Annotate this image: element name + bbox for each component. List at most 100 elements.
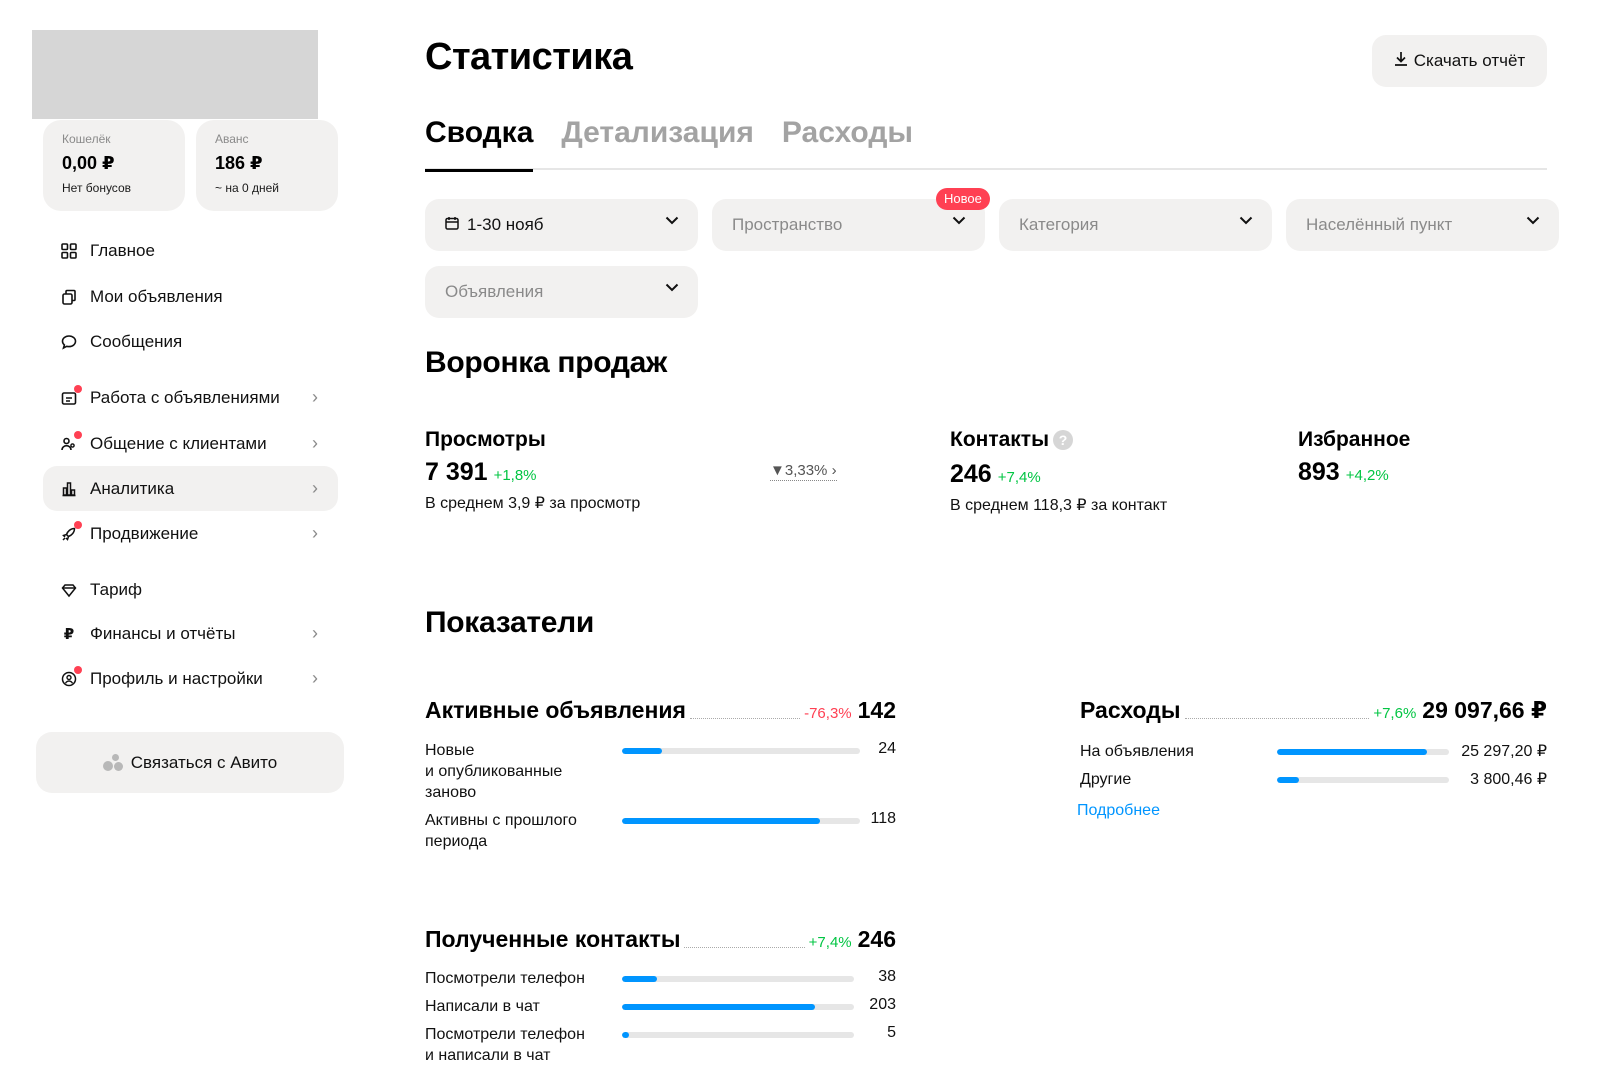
indicators-title: Показатели: [425, 606, 595, 639]
bar-value: 24: [878, 740, 896, 757]
active-ads-value: 142: [857, 697, 896, 723]
download-icon: [1394, 51, 1408, 71]
sidebar-item-label: Финансы и отчёты: [90, 623, 236, 643]
bar-value: 203: [869, 996, 896, 1013]
chevron-right-icon: ›: [312, 478, 318, 498]
space-placeholder: Пространство: [732, 215, 843, 234]
chevron-down-icon: [951, 212, 967, 233]
sidebar-item-label: Сообщения: [90, 331, 183, 351]
city-filter[interactable]: Населённый пункт: [1286, 199, 1559, 251]
active-ads-delta: -76,3%: [804, 705, 852, 722]
received-contacts-value: 246: [857, 926, 896, 952]
chevron-right-icon: ›: [312, 623, 318, 643]
bar-value: 3 800,46 ₽: [1470, 771, 1547, 788]
bar-track: [622, 818, 860, 824]
views-sub: В среднем 3,9 ₽ за просмотр: [425, 495, 641, 512]
page-title: Статистика: [425, 36, 633, 78]
period-filter[interactable]: 1-30 нояб: [425, 199, 698, 251]
contacts-row-both: Посмотрели телефон и написали в чат 5: [425, 1024, 896, 1068]
wallet-sub: Нет бонусов: [62, 181, 131, 195]
copy-icon: [60, 288, 78, 306]
active-ads-row-prev: Активны с прошлого периода 118: [425, 810, 896, 854]
advance-sub: ~ на 0 дней: [215, 181, 279, 195]
expenses-delta: +7,6%: [1373, 705, 1417, 722]
contacts-delta: +7,4%: [997, 469, 1041, 486]
bar-fill: [622, 818, 820, 824]
advance-card[interactable]: Аванс 186 ₽ ~ на 0 дней: [196, 120, 338, 211]
notification-dot: [74, 430, 82, 439]
notification-dot: [74, 384, 82, 393]
chevron-down-icon: [1525, 212, 1541, 233]
favorites-value: 893: [1298, 458, 1340, 486]
views-title: Просмотры: [425, 428, 546, 451]
tab-details[interactable]: Детализация: [561, 112, 754, 170]
bar-fill: [622, 976, 657, 982]
dotted-leader: [1184, 718, 1370, 719]
download-report-button[interactable]: Скачать отчёт: [1372, 35, 1547, 87]
profile-icon: [60, 665, 82, 688]
dotted-leader: [684, 947, 805, 948]
chart-icon: [60, 480, 78, 498]
more-details-link[interactable]: Подробнее: [1077, 802, 1160, 820]
sidebar-item-ads-work[interactable]: Работа с объявлениями ›: [43, 375, 338, 420]
download-report-label: Скачать отчёт: [1413, 51, 1526, 70]
sidebar-item-messages[interactable]: Сообщения: [43, 319, 338, 364]
active-ads-row-new: Новые и опубликованные заново 24: [425, 740, 896, 805]
received-contacts-delta: +7,4%: [808, 934, 852, 951]
contact-avito-button[interactable]: Связаться с Авито: [36, 732, 344, 793]
sidebar-item-main[interactable]: Главное: [43, 228, 338, 273]
sidebar-item-finance[interactable]: ₽ Финансы и отчёты ›: [43, 611, 338, 656]
chevron-down-icon: [664, 279, 680, 300]
expenses-row-ads: На объявления 25 297,20 ₽: [1080, 741, 1547, 765]
notification-dot: [74, 665, 82, 674]
sidebar-item-my-ads[interactable]: Мои объявления: [43, 274, 338, 319]
sidebar-item-promotion[interactable]: Продвижение ›: [43, 511, 338, 556]
chevron-right-icon: ›: [827, 462, 837, 479]
tab-expenses[interactable]: Расходы: [782, 112, 913, 170]
bar-track: [1277, 749, 1449, 755]
bar-track: [1277, 777, 1449, 783]
expenses-value: 29 097,66 ₽: [1422, 697, 1547, 723]
bar-value: 25 297,20 ₽: [1461, 743, 1547, 760]
bar-fill: [1277, 749, 1427, 755]
wallet-card[interactable]: Кошелёк 0,00 ₽ Нет бонусов: [43, 120, 185, 211]
bar-track: [622, 1004, 854, 1010]
bar-label: Другие: [1080, 771, 1132, 788]
expenses-header: Расходы +7,6% 29 097,66 ₽: [1080, 697, 1547, 724]
chevron-down-icon: [664, 212, 680, 233]
sidebar-item-label: Мои объявления: [90, 286, 223, 306]
bar-fill: [1277, 777, 1300, 783]
chevron-down-icon: [1238, 212, 1254, 233]
sidebar-item-analytics[interactable]: Аналитика ›: [43, 466, 338, 511]
category-filter[interactable]: Категория: [999, 199, 1272, 251]
sidebar-item-label: Аналитика: [90, 478, 175, 498]
sidebar-item-clients[interactable]: Общение с клиентами ›: [43, 421, 338, 466]
conversion-link[interactable]: ▼3,33% ›: [770, 462, 837, 481]
sidebar-item-label: Тариф: [90, 579, 143, 599]
bar-fill: [622, 1004, 815, 1010]
views-delta: +1,8%: [493, 467, 537, 484]
tab-summary[interactable]: Сводка: [425, 112, 534, 172]
ads-placeholder: Объявления: [445, 282, 544, 301]
received-contacts-title: Полученные контакты: [425, 926, 681, 952]
chat-icon: [60, 333, 78, 351]
conversion-value: 3,33%: [784, 462, 828, 479]
contacts-row-phone: Посмотрели телефон 38: [425, 968, 896, 992]
favorites-delta: +4,2%: [1345, 467, 1389, 484]
bar-track: [622, 748, 860, 754]
new-badge: Новое: [936, 188, 990, 210]
contacts-row-chat: Написали в чат 203: [425, 996, 896, 1020]
contacts-title: Контакты: [950, 428, 1050, 451]
ads-filter[interactable]: Объявления: [425, 266, 698, 318]
sidebar-item-label: Общение с клиентами: [90, 433, 267, 453]
sidebar-item-tariff[interactable]: Тариф: [43, 567, 338, 612]
logo-placeholder: [32, 30, 318, 119]
ads-work-icon: [60, 384, 82, 407]
contact-avito-label: Связаться с Авито: [130, 752, 278, 772]
help-icon[interactable]: ?: [1053, 430, 1074, 450]
active-ads-header: Активные объявления -76,3% 142: [425, 697, 896, 724]
sidebar-item-label: Работа с объявлениями: [90, 387, 280, 407]
sidebar-item-profile[interactable]: Профиль и настройки ›: [43, 656, 338, 701]
rocket-icon: [60, 520, 82, 543]
notification-dot: [74, 520, 82, 529]
